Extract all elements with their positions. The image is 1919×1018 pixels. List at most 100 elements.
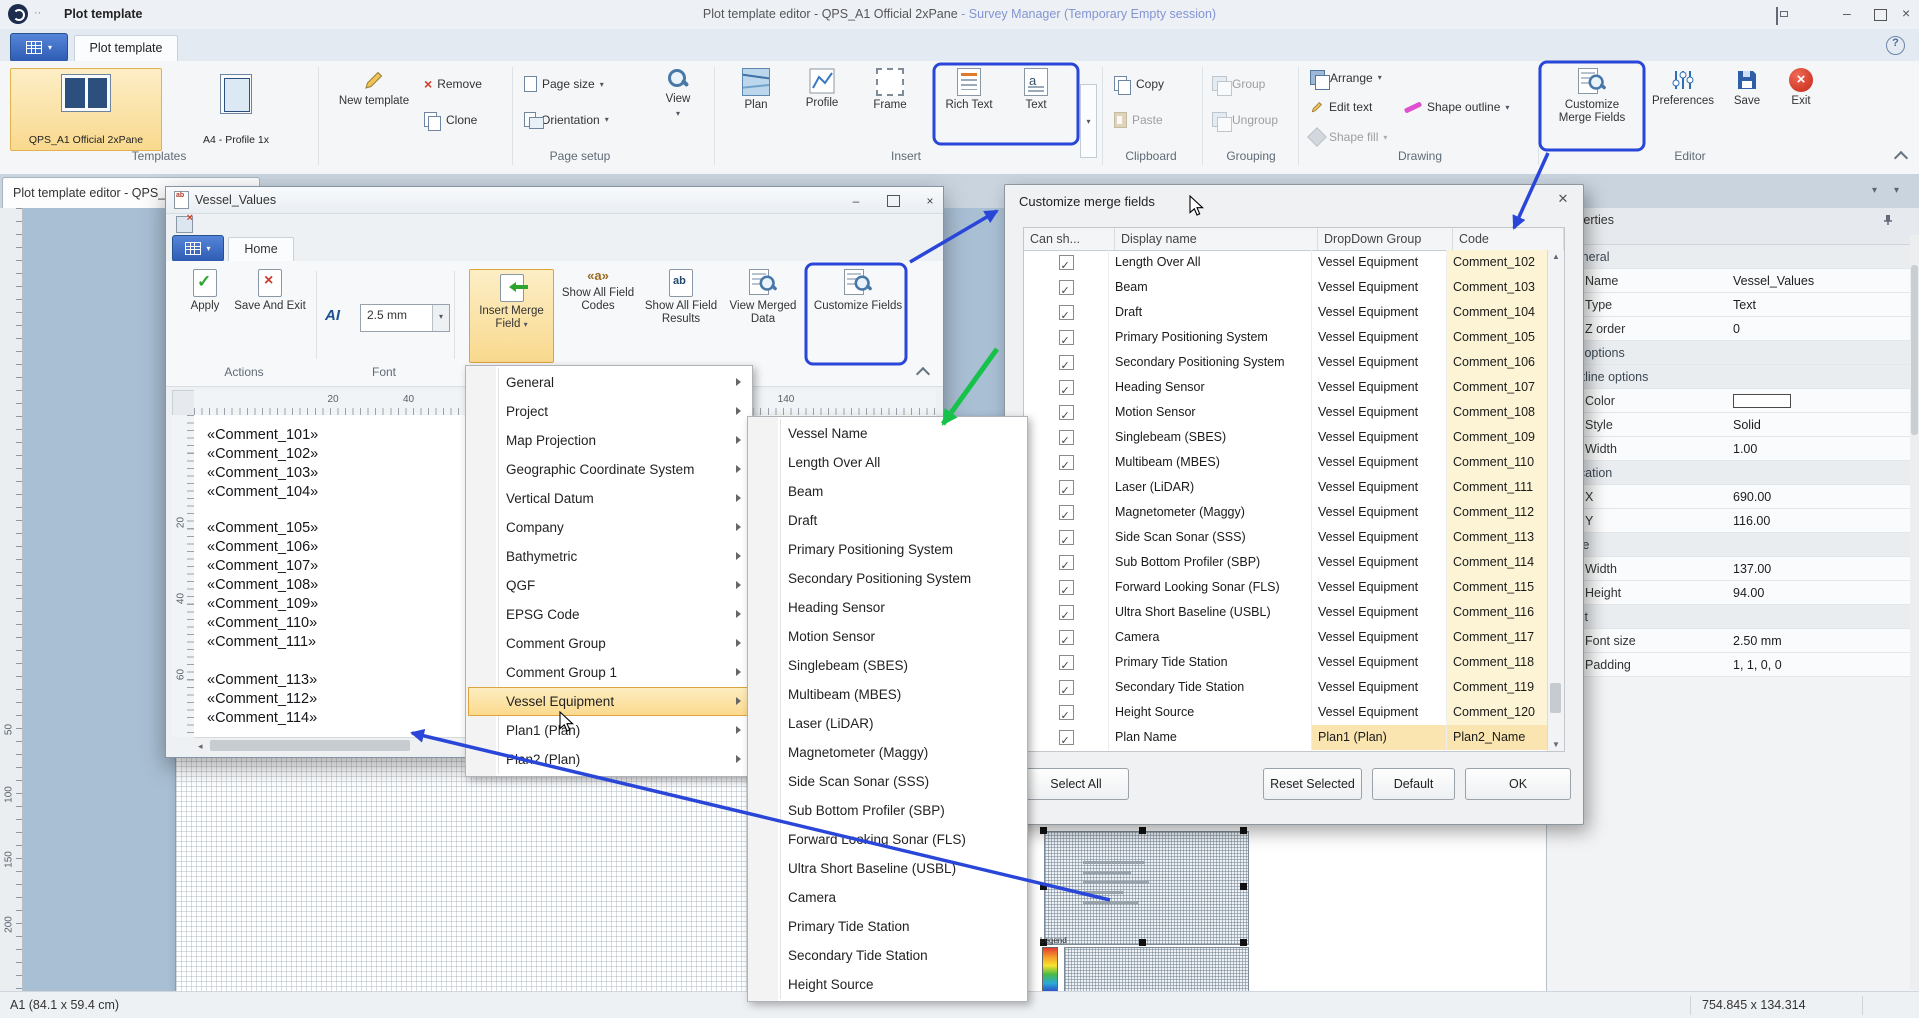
ribbon-collapse-icon[interactable] [1894, 151, 1908, 165]
font-size-combobox[interactable]: 2.5 mm ▾ [360, 304, 450, 332]
merge-field-code[interactable]: «Comment_113» [207, 671, 317, 690]
submenu-item[interactable]: Multibeam (MBES) [750, 680, 1025, 709]
checkbox[interactable] [1059, 330, 1074, 345]
submenu-item[interactable]: Singlebeam (SBES) [750, 651, 1025, 680]
property-row[interactable]: Padding1, 1, 0, 0 [1547, 653, 1919, 677]
menu-item[interactable]: Bathymetric [468, 542, 750, 571]
ungroup-button[interactable]: Ungroup [1212, 112, 1278, 127]
property-row[interactable]: Width137.00 [1547, 557, 1919, 581]
property-row[interactable]: X690.00 [1547, 485, 1919, 509]
merge-field-code[interactable]: «Comment_106» [207, 538, 318, 557]
checkbox[interactable] [1059, 705, 1074, 720]
submenu-item[interactable]: Side Scan Sonar (SSS) [750, 767, 1025, 796]
table-row[interactable]: Side Scan Sonar (SSS)Vessel EquipmentCom… [1024, 525, 1548, 550]
submenu-item[interactable]: Draft [750, 506, 1025, 535]
property-section[interactable]: ▾Fill options [1547, 341, 1919, 365]
legend-pane-grid[interactable] [1064, 947, 1249, 991]
paste-button[interactable]: Paste [1114, 112, 1163, 128]
insert-gallery-expand-button[interactable]: ▾ [1080, 84, 1097, 158]
merge-field-code[interactable]: «Comment_107» [207, 557, 318, 576]
checkbox[interactable] [1059, 280, 1074, 295]
preferences-button[interactable]: Preferences [1650, 68, 1716, 108]
merge-field-code[interactable]: «Comment_101» [207, 426, 318, 445]
table-row[interactable]: BeamVessel EquipmentComment_103 [1024, 275, 1548, 300]
property-row[interactable]: TypeText [1547, 293, 1919, 317]
dialog-titlebar[interactable]: Customize merge fields [1005, 185, 1583, 226]
checkbox[interactable] [1059, 255, 1074, 270]
show-all-field-codes-button[interactable]: «a» Show All Field Codes [558, 269, 638, 313]
menu-item[interactable]: General [468, 368, 750, 397]
submenu-item[interactable]: Motion Sensor [750, 622, 1025, 651]
table-row[interactable]: Primary Tide StationVessel EquipmentComm… [1024, 650, 1548, 675]
merge-field-code[interactable]: «Comment_111» [207, 633, 318, 652]
maximize-button[interactable] [1874, 8, 1887, 24]
template-tile-qps-a1[interactable]: QPS_A1 Official 2xPane [10, 68, 162, 151]
ok-button[interactable]: OK [1465, 768, 1571, 800]
show-all-field-results-button[interactable]: ab Show All Field Results [641, 269, 721, 326]
checkbox[interactable] [1059, 405, 1074, 420]
property-row[interactable]: StyleSolid [1547, 413, 1919, 437]
table-row[interactable]: Plan NamePlan1 (Plan)Plan2_Name [1024, 725, 1548, 750]
submenu-item[interactable]: Magnetometer (Maggy) [750, 738, 1025, 767]
scale-icon[interactable] [1776, 5, 1778, 21]
table-row[interactable]: CameraVessel EquipmentComment_117 [1024, 625, 1548, 650]
vessel-ribbon-collapse-icon[interactable] [916, 367, 930, 381]
clone-button[interactable]: Clone [424, 112, 477, 127]
table-row[interactable]: Heading SensorVessel EquipmentComment_10… [1024, 375, 1548, 400]
shape-fill-button[interactable]: Shape fill▾ [1310, 130, 1387, 144]
save-button[interactable]: Save [1724, 68, 1770, 108]
merge-field-code[interactable]: «Comment_102» [207, 445, 318, 464]
property-row[interactable]: Font size2.50 mm [1547, 629, 1919, 653]
checkbox[interactable] [1059, 505, 1074, 520]
submenu-item[interactable]: Secondary Positioning System [750, 564, 1025, 593]
combo-dropdown-icon[interactable]: ▾ [432, 305, 449, 331]
merge-field-code[interactable]: «Comment_114» [207, 709, 317, 728]
checkbox[interactable] [1059, 530, 1074, 545]
save-and-exit-button[interactable]: × Save And Exit [234, 269, 306, 313]
remove-button[interactable]: ×Remove [424, 76, 482, 92]
new-template-button[interactable]: New template [330, 68, 418, 108]
submenu-item[interactable]: Length Over All [750, 448, 1025, 477]
properties-scrollbar[interactable] [1910, 235, 1919, 990]
submenu-item[interactable]: Vessel Name [750, 419, 1025, 448]
menu-item[interactable]: EPSG Code [468, 600, 750, 629]
vessel-maximize-button[interactable] [880, 190, 906, 212]
vessel-minimize-button[interactable]: – [843, 190, 869, 212]
property-row[interactable]: Z order0 [1547, 317, 1919, 341]
select-all-button[interactable]: Select All [1023, 768, 1129, 800]
property-section[interactable]: ▾Text [1547, 605, 1919, 629]
checkbox[interactable] [1059, 305, 1074, 320]
customize-merge-fields-dialog[interactable]: Customize merge fields ✕ Can sh...Displa… [1004, 184, 1584, 825]
column-header[interactable]: Display name [1115, 228, 1318, 250]
property-section[interactable]: ▾Outline options [1547, 365, 1919, 389]
default-button[interactable]: Default [1372, 768, 1455, 800]
checkbox[interactable] [1059, 580, 1074, 595]
submenu-item[interactable]: Sub Bottom Profiler (SBP) [750, 796, 1025, 825]
submenu-item[interactable]: Ultra Short Baseline (USBL) [750, 854, 1025, 883]
table-row[interactable]: Length Over AllVessel EquipmentComment_1… [1024, 250, 1548, 275]
minimize-button[interactable]: – [1843, 5, 1851, 21]
view-merged-data-button[interactable]: View Merged Data [723, 269, 803, 326]
table-row[interactable]: Sub Bottom Profiler (SBP)Vessel Equipmen… [1024, 550, 1548, 575]
arrange-button[interactable]: Arrange▾ [1310, 70, 1382, 85]
menu-item[interactable]: Company [468, 513, 750, 542]
submenu-item[interactable]: Primary Positioning System [750, 535, 1025, 564]
edit-text-button[interactable]: Edit text [1310, 100, 1372, 114]
checkbox[interactable] [1059, 680, 1074, 695]
merge-field-code[interactable]: «Comment_109» [207, 595, 318, 614]
close-button[interactable]: × [1902, 5, 1910, 21]
insert-rich-text-button[interactable]: Rich Text [940, 68, 998, 112]
menu-item[interactable]: Vessel Equipment [468, 687, 750, 716]
property-section[interactable]: ▾General [1547, 245, 1919, 269]
scrollbar-thumb[interactable] [210, 740, 410, 751]
panel-menu-icon[interactable]: ▾ [1894, 185, 1899, 196]
property-row[interactable]: Color [1547, 389, 1919, 413]
submenu-item[interactable]: Heading Sensor [750, 593, 1025, 622]
color-swatch[interactable] [1733, 394, 1791, 408]
vessel-close-button[interactable]: × [917, 190, 943, 212]
menu-item[interactable]: Vertical Datum [468, 484, 750, 513]
checkbox[interactable] [1059, 480, 1074, 495]
property-row[interactable]: Height94.00 [1547, 581, 1919, 605]
checkbox[interactable] [1059, 455, 1074, 470]
table-row[interactable]: DraftVessel EquipmentComment_104 [1024, 300, 1548, 325]
